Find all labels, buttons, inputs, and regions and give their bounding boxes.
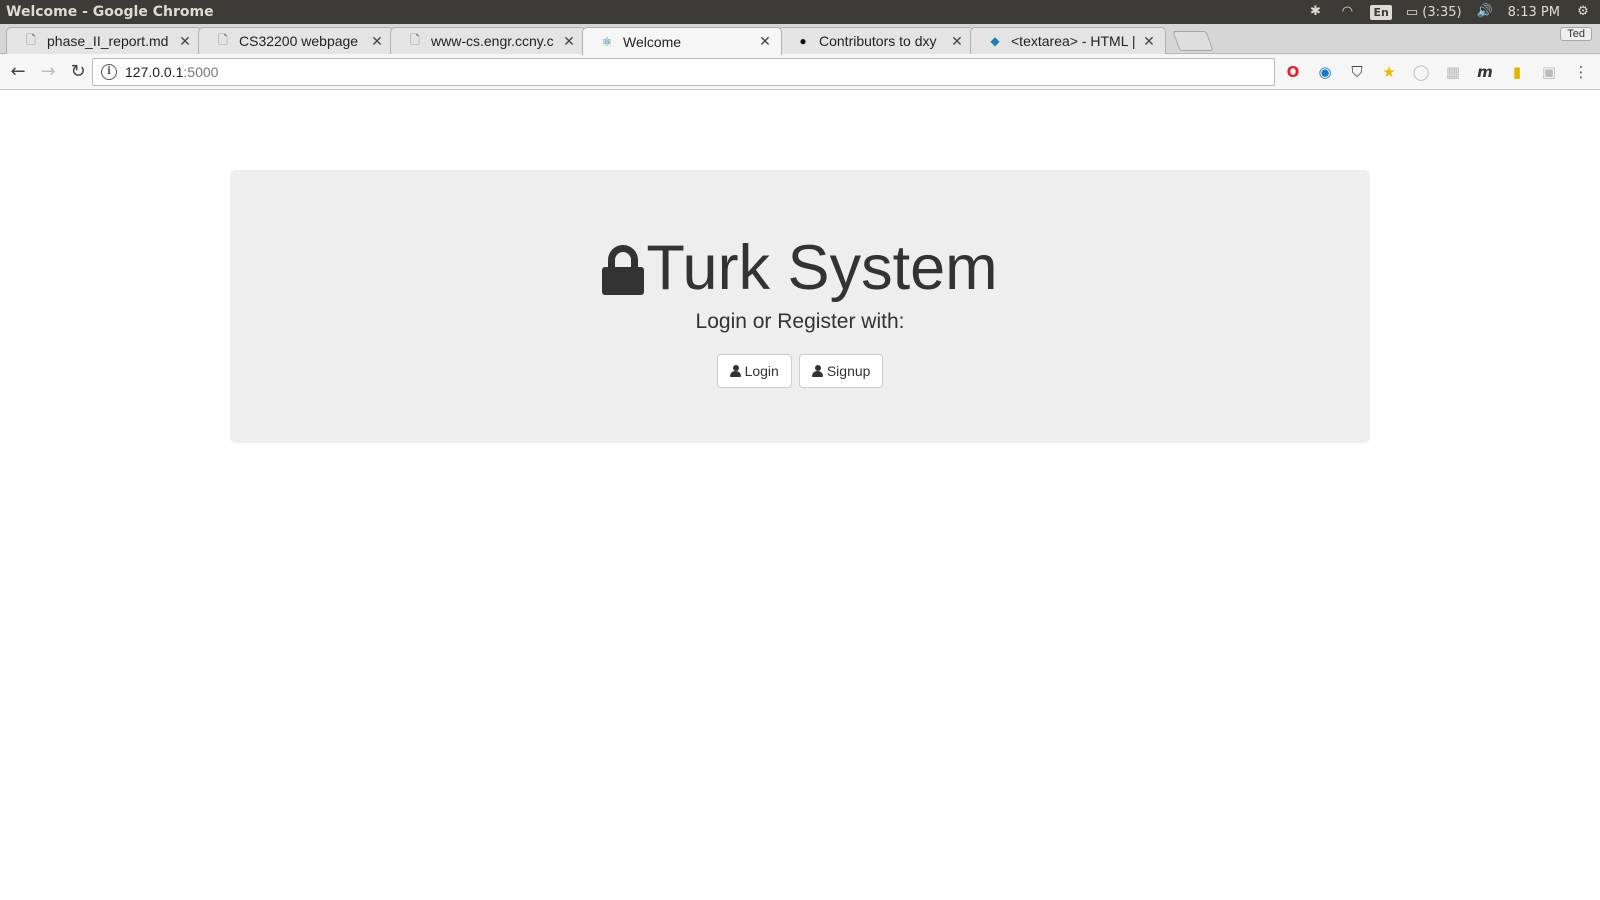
system-update-icon[interactable]: ✱ — [1306, 4, 1324, 20]
close-icon[interactable]: ✕ — [949, 33, 965, 50]
jumbotron: Turk System Login or Register with: Logi… — [230, 170, 1370, 443]
auth-buttons: Login Signup — [230, 354, 1370, 388]
close-icon[interactable]: ✕ — [561, 33, 577, 50]
menu-icon[interactable]: ⋮ — [1570, 61, 1592, 83]
window-title: Welcome - Google Chrome — [6, 4, 214, 20]
reload-icon: ↻ — [70, 61, 86, 82]
reload-button[interactable]: ↻ — [64, 58, 92, 86]
tab-github[interactable]: ● Contributors to dxy ✕ — [778, 27, 974, 54]
tab-label: Welcome — [623, 33, 682, 50]
tab-label: www-cs.engr.ccny.c — [431, 33, 554, 49]
pocket-icon[interactable]: ⛉ — [1346, 61, 1368, 83]
login-button[interactable]: Login — [716, 354, 792, 388]
file-icon: 🗋 — [410, 32, 420, 47]
info-icon[interactable]: i — [101, 64, 117, 80]
tab-strip: 🗋 phase_II_report.md ✕ 🗋 CS32200 webpage… — [0, 24, 1600, 55]
tab-label: Contributors to dxy — [819, 33, 937, 49]
file-icon: 🗋 — [218, 32, 228, 47]
user-icon — [811, 365, 823, 377]
circle-extension-icon[interactable]: ◯ — [1410, 61, 1432, 83]
m-extension-icon[interactable]: m — [1474, 61, 1496, 83]
user-icon — [729, 365, 741, 377]
yellow-extension-icon[interactable]: ▮ — [1506, 61, 1528, 83]
address-bar[interactable]: i 127.0.0.1 :5000 — [92, 58, 1275, 86]
profile-button[interactable]: Ted — [1560, 27, 1592, 41]
battery-time: (3:35) — [1422, 4, 1462, 20]
lock-icon — [602, 245, 645, 295]
tab-phase-report[interactable]: 🗋 phase_II_report.md ✕ — [6, 27, 202, 54]
tab-ccny[interactable]: 🗋 www-cs.engr.ccny.c ✕ — [390, 27, 586, 54]
eye-extension-icon[interactable]: ◉ — [1314, 61, 1336, 83]
github-icon: ● — [799, 34, 807, 48]
gear-icon[interactable]: ⚙ — [1574, 4, 1592, 20]
page-content: Turk System Login or Register with: Logi… — [0, 91, 1600, 900]
volume-icon[interactable]: 🔊 — [1476, 4, 1494, 20]
close-icon[interactable]: ✕ — [1141, 33, 1157, 50]
os-top-bar: Welcome - Google Chrome ✱ ◠ En ▭ (3:35) … — [0, 0, 1600, 24]
tab-cs32200[interactable]: 🗋 CS32200 webpage ✕ — [198, 27, 394, 54]
battery-indicator[interactable]: ▭ (3:35) — [1406, 5, 1462, 20]
address-port: :5000 — [183, 64, 219, 80]
signup-button[interactable]: Signup — [798, 354, 884, 388]
browser-toolbar: ← → ↻ i 127.0.0.1 :5000 O ◉ ⛉ ★ ◯ ▦ m ▮ … — [0, 54, 1600, 90]
extensions-bar: O ◉ ⛉ ★ ◯ ▦ m ▮ ▣ ⋮ — [1282, 58, 1600, 86]
forward-button[interactable]: → — [34, 58, 62, 86]
new-tab-button[interactable] — [1172, 31, 1214, 51]
grid-extension-icon[interactable]: ▦ — [1442, 61, 1464, 83]
page-title-text: Turk System — [646, 233, 998, 303]
close-icon[interactable]: ✕ — [369, 33, 385, 50]
login-button-label: Login — [744, 363, 779, 379]
back-button[interactable]: ← — [4, 58, 32, 86]
tab-welcome[interactable]: ⚛ Welcome ✕ — [582, 27, 782, 55]
keyboard-lang-indicator[interactable]: En — [1370, 4, 1392, 20]
page-title: Turk System — [230, 232, 1370, 304]
opera-icon[interactable]: O — [1282, 61, 1304, 83]
file-icon: 🗋 — [26, 32, 36, 47]
tab-label: CS32200 webpage — [239, 33, 359, 49]
grey-extension-icon[interactable]: ▣ — [1538, 61, 1560, 83]
os-indicators: ✱ ◠ En ▭ (3:35) 🔊 8:13 PM ⚙ — [1306, 0, 1600, 24]
arrow-right-icon: → — [40, 61, 56, 82]
close-icon[interactable]: ✕ — [757, 33, 773, 50]
clock[interactable]: 8:13 PM — [1508, 5, 1560, 20]
star-icon[interactable]: ★ — [1378, 61, 1400, 83]
signup-button-label: Signup — [826, 363, 871, 379]
tab-label: <textarea> - HTML | — [1011, 33, 1135, 49]
mdn-icon: ◆ — [990, 34, 1000, 48]
close-icon[interactable]: ✕ — [177, 33, 193, 50]
page-subtitle: Login or Register with: — [695, 310, 905, 333]
react-icon: ⚛ — [601, 34, 613, 49]
tab-label: phase_II_report.md — [47, 33, 169, 49]
address-host: 127.0.0.1 — [125, 64, 184, 80]
tab-mdn[interactable]: ◆ <textarea> - HTML | ✕ — [970, 27, 1166, 54]
battery-icon: ▭ — [1405, 4, 1419, 20]
arrow-left-icon: ← — [10, 61, 26, 82]
wifi-icon[interactable]: ◠ — [1338, 4, 1356, 20]
